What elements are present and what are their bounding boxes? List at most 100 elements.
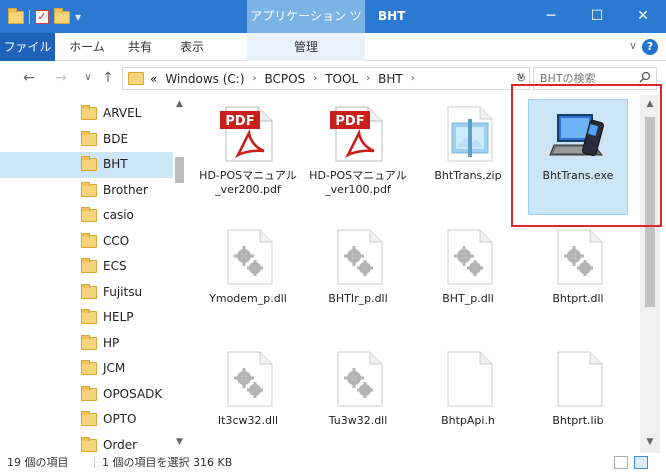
folder-icon	[81, 130, 97, 146]
address-bar[interactable]: « Windows (C:) › BCPOS › TOOL › BHT › ∨	[122, 67, 530, 90]
sidebar-item-hp[interactable]: HP	[0, 331, 173, 357]
file-name: BHT_p.dll	[442, 292, 494, 305]
svg-text:PDF: PDF	[335, 114, 364, 129]
folder-icon	[81, 258, 97, 273]
file-name: It3cw32.dll	[217, 414, 279, 427]
file-name: Bhtprt.lib	[552, 414, 604, 427]
sidebar-item-label: HP	[103, 335, 120, 350]
folder-icon	[81, 411, 97, 426]
chevron-right-icon[interactable]: ›	[366, 73, 370, 84]
exe-file-icon	[548, 105, 608, 163]
sidebar-item-bht[interactable]: BHT	[0, 152, 173, 178]
sidebar-item-label: Brother	[103, 182, 148, 197]
sidebar-item-jcm[interactable]: JCM	[0, 356, 173, 382]
sidebar-item-label: OPOSADK	[103, 386, 163, 401]
properties-check-icon[interactable]: ✓	[35, 10, 49, 24]
folder-icon	[81, 181, 97, 197]
chevron-right-icon[interactable]: ›	[313, 73, 317, 84]
ribbon-tabs: ファイル ホーム 共有 表示 管理 ∨ ?	[0, 33, 666, 61]
customize-toolbar-icon[interactable]: ▾	[75, 10, 81, 24]
context-tab-application-tools[interactable]: アプリケーション ツール	[247, 0, 365, 56]
details-view-icon[interactable]	[614, 456, 628, 469]
forward-button[interactable]: →	[52, 69, 70, 87]
tab-home[interactable]: ホーム	[62, 33, 112, 61]
chevron-right-icon[interactable]: ›	[411, 73, 415, 84]
sidebar-item-label: Order	[103, 437, 138, 452]
new-folder-icon[interactable]	[54, 7, 70, 24]
breadcrumb-overflow[interactable]: «	[150, 72, 157, 86]
large-icons-view-icon[interactable]	[634, 456, 648, 469]
sidebar-item-cco[interactable]: CCO	[0, 229, 173, 255]
file-name: Bhtprt.dll	[552, 292, 604, 305]
dll-file-icon	[328, 228, 388, 286]
minimize-button[interactable]: ─	[528, 0, 574, 33]
sidebar-item-oposadk[interactable]: OPOSADK	[0, 382, 173, 408]
folder-icon	[81, 334, 97, 350]
file-name: BhtTrans.exe	[542, 169, 614, 182]
close-button[interactable]: ✕	[620, 0, 666, 33]
folder-icon	[128, 72, 144, 85]
tab-share[interactable]: 共有	[118, 33, 162, 61]
pdf-file-icon: PDF	[328, 105, 388, 163]
recent-locations-button[interactable]: ∨	[79, 69, 97, 87]
sidebar-item-fujitsu[interactable]: Fujitsu	[0, 280, 173, 306]
svg-text:PDF: PDF	[225, 114, 254, 129]
dll-file-icon	[218, 350, 278, 408]
help-icon[interactable]: ?	[642, 39, 658, 55]
sidebar-item-opto[interactable]: OPTO	[0, 407, 173, 433]
scroll-down-icon[interactable]: ▼	[640, 437, 660, 447]
sidebar-item-label: HELP	[103, 310, 134, 324]
chevron-right-icon[interactable]: ›	[253, 73, 257, 84]
title-bar: ✓ ▾ アプリケーション ツール BHT ─ ☐ ✕	[0, 0, 666, 56]
dll-file-icon	[438, 228, 498, 286]
sidebar-item-label: CCO	[103, 233, 130, 248]
folder-icon	[81, 360, 97, 375]
item-count: 19 個の項目	[7, 456, 69, 469]
breadcrumb-drive[interactable]: Windows (C:)	[165, 72, 244, 86]
file-name: BhtTrans.zip	[434, 169, 502, 182]
folder-icon[interactable]	[8, 7, 24, 24]
back-button[interactable]: ←	[20, 69, 38, 87]
sidebar-item-ecs[interactable]: ECS	[0, 254, 173, 280]
breadcrumb-bcpos[interactable]: BCPOS	[265, 72, 306, 86]
quick-access-toolbar: ✓ ▾	[8, 7, 81, 26]
breadcrumb-bht[interactable]: BHT	[378, 72, 403, 86]
navigation-scrollbar[interactable]: ▲ ▼	[173, 95, 186, 453]
sidebar-item-bde[interactable]: BDE	[0, 127, 173, 153]
pdf-file-icon: PDF	[218, 105, 278, 163]
tab-manage[interactable]: 管理	[247, 33, 365, 61]
folder-icon	[81, 232, 97, 248]
sidebar-item-brother[interactable]: Brother	[0, 178, 173, 204]
sidebar-item-arvel[interactable]: ARVEL	[0, 101, 173, 127]
breadcrumb: « Windows (C:) › BCPOS › TOOL › BHT ›	[150, 68, 415, 89]
folder-icon	[81, 436, 97, 452]
zip-file-icon	[438, 105, 498, 163]
folder-icon	[81, 309, 97, 324]
sidebar-item-label: Fujitsu	[103, 284, 143, 299]
breadcrumb-tool[interactable]: TOOL	[325, 72, 358, 86]
sidebar-item-label: BDE	[103, 131, 129, 146]
expand-ribbon-icon[interactable]: ∨	[627, 40, 639, 52]
file-name: HD-POSマニュアル_ver200.pdf	[199, 169, 297, 196]
folder-icon	[81, 156, 97, 171]
folder-icon	[81, 207, 97, 222]
selection-info: 1 個の項目を選択 316 KB	[102, 456, 233, 469]
tab-view[interactable]: 表示	[170, 33, 214, 61]
file-file-icon	[548, 350, 608, 408]
dll-file-icon	[328, 350, 388, 408]
sidebar-item-casio[interactable]: casio	[0, 203, 173, 229]
scroll-down-icon[interactable]: ▼	[173, 437, 186, 447]
toolbar-separator	[29, 10, 30, 24]
file-name: Ymodem_p.dll	[209, 292, 287, 305]
sidebar-item-help[interactable]: HELP	[0, 305, 173, 331]
up-button[interactable]: ↑	[99, 69, 117, 87]
file-name: BhtpApi.h	[441, 414, 495, 427]
scroll-up-icon[interactable]: ▲	[173, 99, 186, 109]
tab-file[interactable]: ファイル	[0, 33, 55, 61]
dll-file-icon	[548, 228, 608, 286]
maximize-button[interactable]: ☐	[574, 0, 620, 33]
sidebar-item-label: OPTO	[103, 412, 137, 426]
status-bar: 19 個の項目 1 個の項目を選択 316 KB	[0, 453, 666, 472]
sidebar-item-label: JCM	[103, 361, 126, 375]
scroll-thumb[interactable]	[175, 157, 184, 183]
